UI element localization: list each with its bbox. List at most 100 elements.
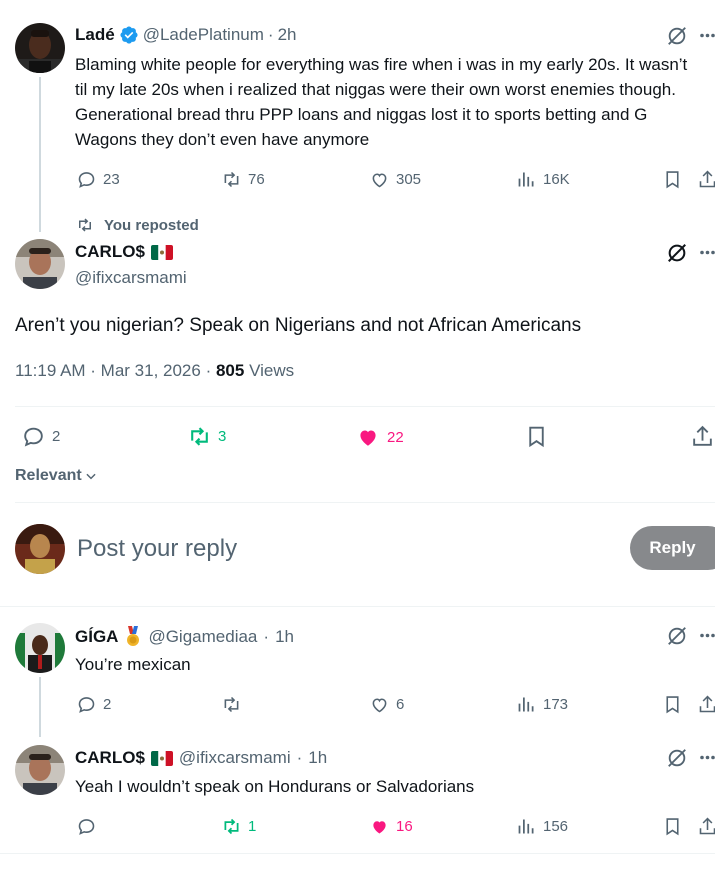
like-action[interactable]: 305 (369, 169, 421, 190)
avatar-carlos[interactable] (15, 239, 65, 289)
reply-count: 23 (103, 171, 120, 188)
reply-icon (78, 172, 95, 188)
like-icon (372, 698, 387, 713)
repost-small-icon (79, 218, 91, 232)
reply-button[interactable]: Reply (630, 526, 715, 570)
separator-dot: · (267, 25, 274, 44)
medal-icon (127, 626, 140, 646)
main-timestamp: 11:19 AM · Mar 31, 2026 · 805 Views (15, 361, 294, 381)
main-reply-action[interactable]: 2 (21, 424, 60, 449)
reply1-reply-action[interactable]: 2 (76, 694, 111, 715)
timestamp-text[interactable]: 11:19 AM · Mar 31, 2026 · (15, 361, 216, 380)
author-handle[interactable]: @LadePlatinum (143, 25, 264, 45)
reply2-views-action[interactable]: 156 (516, 816, 568, 837)
sort-dropdown[interactable]: Relevant (15, 467, 98, 485)
avatar-current-user[interactable] (15, 524, 65, 574)
reply2-like-action[interactable]: 16 (369, 816, 413, 837)
post-time[interactable]: 2h (278, 25, 297, 45)
share-icon[interactable] (697, 169, 715, 190)
main-author-handle[interactable]: @ifixcarsmami (75, 268, 187, 288)
divider (0, 853, 715, 854)
reply1-text: You’re mexican (75, 655, 191, 674)
bookmark-icon[interactable] (524, 424, 549, 449)
views-count: 156 (543, 818, 569, 835)
bookmark-icon[interactable] (662, 169, 683, 190)
like-count: 305 (396, 171, 422, 188)
reply2-repost-action[interactable]: 1 (221, 816, 256, 837)
repost-count: 76 (248, 171, 265, 188)
share-icon[interactable] (690, 424, 715, 449)
verified-badge-icon (119, 25, 139, 45)
reply2-handle[interactable]: @ifixcarsmami (179, 748, 291, 768)
main-like-action[interactable]: 22 (355, 424, 404, 450)
post-header: Ladé @LadePlatinum · 2h (75, 25, 297, 45)
avatar-carlos[interactable] (15, 745, 65, 795)
reply1-author-name[interactable]: GÍGA (75, 627, 118, 647)
reply2-header: CARLO$ @ifixcarsmami · 1h (75, 748, 327, 768)
views-count: 16K (543, 171, 570, 188)
separator-dot: · (296, 748, 303, 767)
sort-label: Relevant (15, 467, 82, 484)
reply1-handle[interactable]: @Gigamediaa (148, 627, 257, 647)
reply1-like-action[interactable]: 6 (369, 694, 404, 715)
like-count: 16 (396, 818, 413, 835)
bookmark-icon[interactable] (662, 816, 683, 837)
repost-label: You reposted (76, 216, 199, 234)
thread-line (39, 677, 41, 737)
reply-input[interactable]: Post your reply (77, 535, 237, 563)
reply1-header: GÍGA @Gigamediaa · 1h (75, 626, 294, 648)
repost-action[interactable]: 76 (221, 169, 265, 190)
avatar-lade[interactable] (15, 23, 65, 73)
repost-label-text[interactable]: You reposted (104, 217, 199, 234)
grok-icon[interactable] (666, 242, 688, 264)
reply-button-label: Reply (649, 538, 696, 557)
main-repost-action[interactable]: 3 (187, 424, 226, 449)
main-author: CARLO$ (75, 242, 173, 262)
views-count: 173 (543, 696, 569, 713)
repost-icon (191, 427, 208, 446)
chevron-down-icon (86, 473, 96, 480)
views-label: Views (244, 361, 295, 380)
more-icon[interactable] (700, 250, 715, 255)
reply-count: 2 (52, 428, 61, 445)
grok-icon[interactable] (666, 625, 688, 647)
views-number: 805 (215, 361, 245, 380)
thread-line (39, 77, 41, 232)
share-icon[interactable] (697, 694, 715, 715)
like-icon (373, 821, 386, 834)
reply-action[interactable]: 23 (76, 169, 120, 190)
reply-icon (24, 427, 43, 447)
reply2-time[interactable]: 1h (308, 748, 327, 768)
grok-icon[interactable] (666, 747, 688, 769)
main-author-name[interactable]: CARLO$ (75, 242, 145, 262)
repost-count: 1 (248, 818, 257, 835)
reply-icon (78, 697, 95, 713)
divider (15, 406, 715, 407)
reply2-reply-action[interactable] (76, 816, 103, 837)
share-icon[interactable] (697, 816, 715, 837)
reply1-views-action[interactable]: 173 (516, 694, 568, 715)
repost-icon (224, 171, 239, 188)
repost-icon (224, 696, 239, 713)
more-icon[interactable] (700, 755, 715, 760)
reply2-author-name[interactable]: CARLO$ (75, 748, 145, 768)
reply-count: 2 (103, 696, 112, 713)
views-action[interactable]: 16K (516, 169, 570, 190)
like-count: 6 (396, 696, 405, 713)
divider (0, 606, 715, 607)
avatar-giga[interactable] (15, 623, 65, 673)
more-icon[interactable] (700, 33, 715, 38)
author-name[interactable]: Ladé (75, 25, 115, 45)
mexico-flag-icon (150, 244, 173, 260)
views-icon (518, 819, 534, 834)
like-icon (360, 430, 376, 446)
like-count: 22 (387, 428, 404, 446)
reply1-time[interactable]: 1h (275, 627, 294, 647)
views-icon (518, 172, 534, 187)
views-icon (518, 697, 534, 712)
reply1-repost-action[interactable] (221, 694, 248, 715)
main-post-text: Aren’t you nigerian? Speak on Nigerians … (15, 315, 582, 336)
grok-icon[interactable] (666, 25, 688, 47)
more-icon[interactable] (700, 633, 715, 638)
bookmark-icon[interactable] (662, 694, 683, 715)
